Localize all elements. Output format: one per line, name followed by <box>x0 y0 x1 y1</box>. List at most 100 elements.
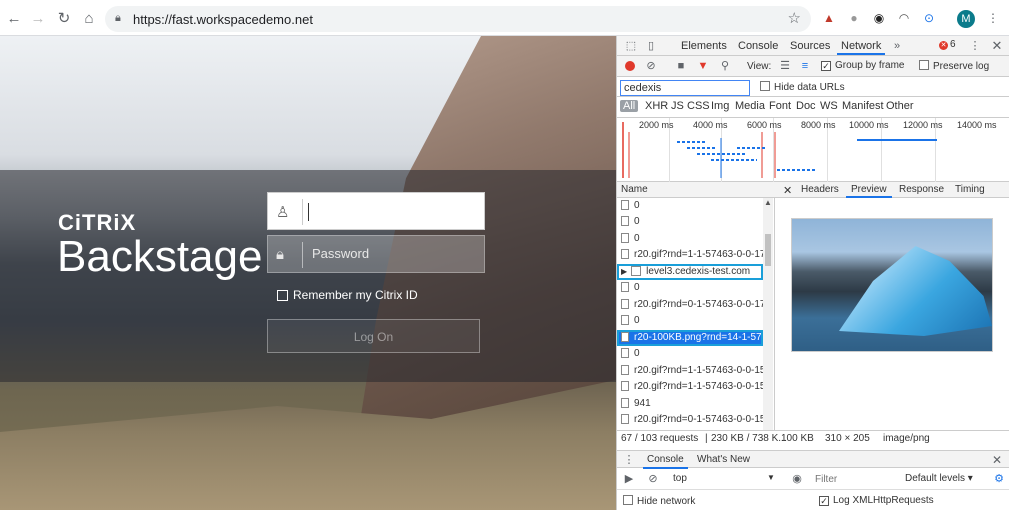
log-levels-dropdown[interactable]: Default levels ▾ <box>905 473 973 484</box>
selected-request-row[interactable]: r20-100KB.png?rnd=14-1-574 <box>617 330 763 346</box>
tab-elements[interactable]: Elements <box>681 40 727 52</box>
tab-headers[interactable]: Headers <box>801 184 839 195</box>
type-filter-xhr[interactable]: XHR <box>645 100 668 112</box>
close-preview-icon[interactable]: ✕ <box>783 184 792 197</box>
remember-checkbox[interactable] <box>277 289 288 301</box>
username-field[interactable]: ♙ <box>267 192 485 230</box>
tab-console[interactable]: Console <box>738 40 778 52</box>
list-item[interactable]: 0 <box>617 280 763 296</box>
list-view-icon[interactable]: ☰ <box>777 58 793 74</box>
error-badge[interactable]: ✕ 6 <box>939 39 956 50</box>
web-page: CiTRiX Backstage ♙ 🔒︎ Password Remember … <box>0 36 616 510</box>
clear-icon[interactable]: ⊘ <box>643 58 659 74</box>
tab-timing[interactable]: Timing <box>955 184 985 195</box>
list-item[interactable]: r20.gif?rnd=1-1-57463-0-0-17 <box>617 247 763 263</box>
record-icon[interactable] <box>625 61 635 71</box>
lock-icon: 🔒︎ <box>276 246 284 263</box>
scroll-up-icon[interactable]: ▲ <box>764 198 772 207</box>
log-xhr-checkbox[interactable] <box>819 496 829 506</box>
console-filter-input[interactable] <box>815 471 897 487</box>
avatar[interactable]: M <box>957 10 975 28</box>
home-icon[interactable]: ⌂ <box>79 8 99 28</box>
group-by-frame-checkbox[interactable] <box>821 61 831 71</box>
close-devtools-icon[interactable]: ✕ <box>989 38 1005 54</box>
list-item[interactable]: 0 <box>617 346 763 362</box>
screenshot-icon[interactable]: ■ <box>673 58 689 74</box>
more-tabs-icon[interactable]: » <box>889 38 905 54</box>
type-filter-font[interactable]: Font <box>769 100 791 112</box>
sidebar-toggle-icon[interactable]: ▶ <box>621 471 637 487</box>
type-filter-css[interactable]: CSS <box>687 100 710 112</box>
tab-preview[interactable]: Preview <box>846 184 892 198</box>
log-xhr[interactable]: Log XMLHttpRequests <box>819 495 934 506</box>
scrollbar-thumb[interactable] <box>765 234 771 266</box>
type-filter-media[interactable]: Media <box>735 100 765 112</box>
search-extension-icon[interactable]: ⊙ <box>920 9 938 27</box>
clear-console-icon[interactable]: ⊘ <box>645 471 661 487</box>
request-list-scrollbar[interactable]: ▲ <box>763 198 773 430</box>
image-preview <box>791 218 993 352</box>
list-item[interactable]: 0 <box>617 214 763 230</box>
file-icon <box>621 348 629 358</box>
password-field[interactable]: 🔒︎ Password <box>267 235 485 273</box>
extension-circle-icon[interactable]: ● <box>845 9 863 27</box>
tab-sources[interactable]: Sources <box>790 40 830 52</box>
pdf-extension-icon[interactable]: ▲ <box>820 9 838 27</box>
frame-group-row[interactable]: ▶ level3.cedexis-test.com <box>617 264 763 280</box>
network-filter-input[interactable]: cedexis <box>620 80 750 96</box>
network-status-bar: 67 / 103 requests | 230 KB / 738 K... 10… <box>617 430 1009 446</box>
hide-network[interactable]: Hide network <box>623 495 695 507</box>
network-overview[interactable]: 2000 ms 4000 ms 6000 ms 8000 ms 10000 ms… <box>617 118 1009 182</box>
preserve-log-checkbox[interactable] <box>919 60 929 70</box>
settings-gear-icon[interactable]: ⚙ <box>991 471 1007 487</box>
device-toggle-icon[interactable]: ▯ <box>643 38 659 54</box>
hide-data-urls[interactable]: Hide data URLs <box>760 81 845 93</box>
reload-icon[interactable]: ↻ <box>54 8 74 28</box>
login-button[interactable]: Log On <box>267 319 480 353</box>
back-icon[interactable]: ← <box>4 8 24 28</box>
waterfall-view-icon[interactable]: ≡ <box>797 58 813 74</box>
forward-icon[interactable]: → <box>28 8 48 28</box>
preserve-log[interactable]: Preserve log <box>919 60 989 72</box>
list-item[interactable]: r20.gif?rnd=0-1-57463-0-0-15 <box>617 412 763 428</box>
hide-network-checkbox[interactable] <box>623 495 633 505</box>
tab-network[interactable]: Network <box>836 40 886 55</box>
list-item[interactable]: 941 <box>617 396 763 412</box>
expand-arrow-icon[interactable]: ▶ <box>621 267 627 276</box>
list-item[interactable]: r20.gif?rnd=1-1-57463-0-0-15 <box>617 363 763 379</box>
list-item[interactable]: 0 <box>617 231 763 247</box>
close-drawer-icon[interactable]: ✕ <box>989 452 1005 468</box>
list-item[interactable]: 0 <box>617 313 763 329</box>
eye-icon[interactable]: ◉ <box>789 471 805 487</box>
drawer-tab-whats-new[interactable]: What's New <box>697 454 750 465</box>
hide-data-urls-checkbox[interactable] <box>760 81 770 91</box>
list-item[interactable]: r20.gif?rnd=0-1-57463-0-0-17 <box>617 297 763 313</box>
list-item[interactable]: 0 <box>617 198 763 214</box>
type-filter-all[interactable]: All <box>620 100 639 112</box>
type-filter-img[interactable]: Img <box>711 100 729 112</box>
type-filter-manifest[interactable]: Manifest <box>842 100 884 112</box>
remember-me[interactable]: Remember my Citrix ID <box>277 288 418 302</box>
type-filter-other[interactable]: Other <box>886 100 914 112</box>
type-filter-doc[interactable]: Doc <box>796 100 816 112</box>
context-dropdown-icon[interactable]: ▼ <box>767 473 775 482</box>
address-bar[interactable]: 🔒︎ https://fast.workspacedemo.net ☆ <box>105 6 811 32</box>
list-item[interactable]: r20.gif?rnd=1-1-57463-0-0-15 <box>617 379 763 395</box>
image-file-icon <box>621 332 629 342</box>
drawer-tab-console[interactable]: Console <box>643 454 688 469</box>
context-selector[interactable]: top <box>673 473 687 484</box>
devtools-menu-icon[interactable]: ⋮ <box>967 38 983 54</box>
camera-icon[interactable]: ◉ <box>870 9 888 27</box>
type-filter-ws[interactable]: WS <box>820 100 838 112</box>
inspect-icon[interactable]: ⬚ <box>623 38 639 54</box>
tab-response[interactable]: Response <box>899 184 944 195</box>
wifi-icon[interactable]: ◠ <box>895 9 913 27</box>
name-column-header[interactable]: Name <box>621 184 648 195</box>
menu-icon[interactable]: ⋮ <box>984 9 1002 27</box>
bookmark-star-icon[interactable]: ☆ <box>788 9 801 27</box>
search-icon[interactable]: ⚲ <box>717 58 733 74</box>
group-by-frame[interactable]: Group by frame <box>821 60 904 71</box>
drawer-menu-icon[interactable]: ⋮ <box>621 452 637 468</box>
filter-icon[interactable]: ▼ <box>695 58 711 74</box>
type-filter-js[interactable]: JS <box>671 100 684 112</box>
